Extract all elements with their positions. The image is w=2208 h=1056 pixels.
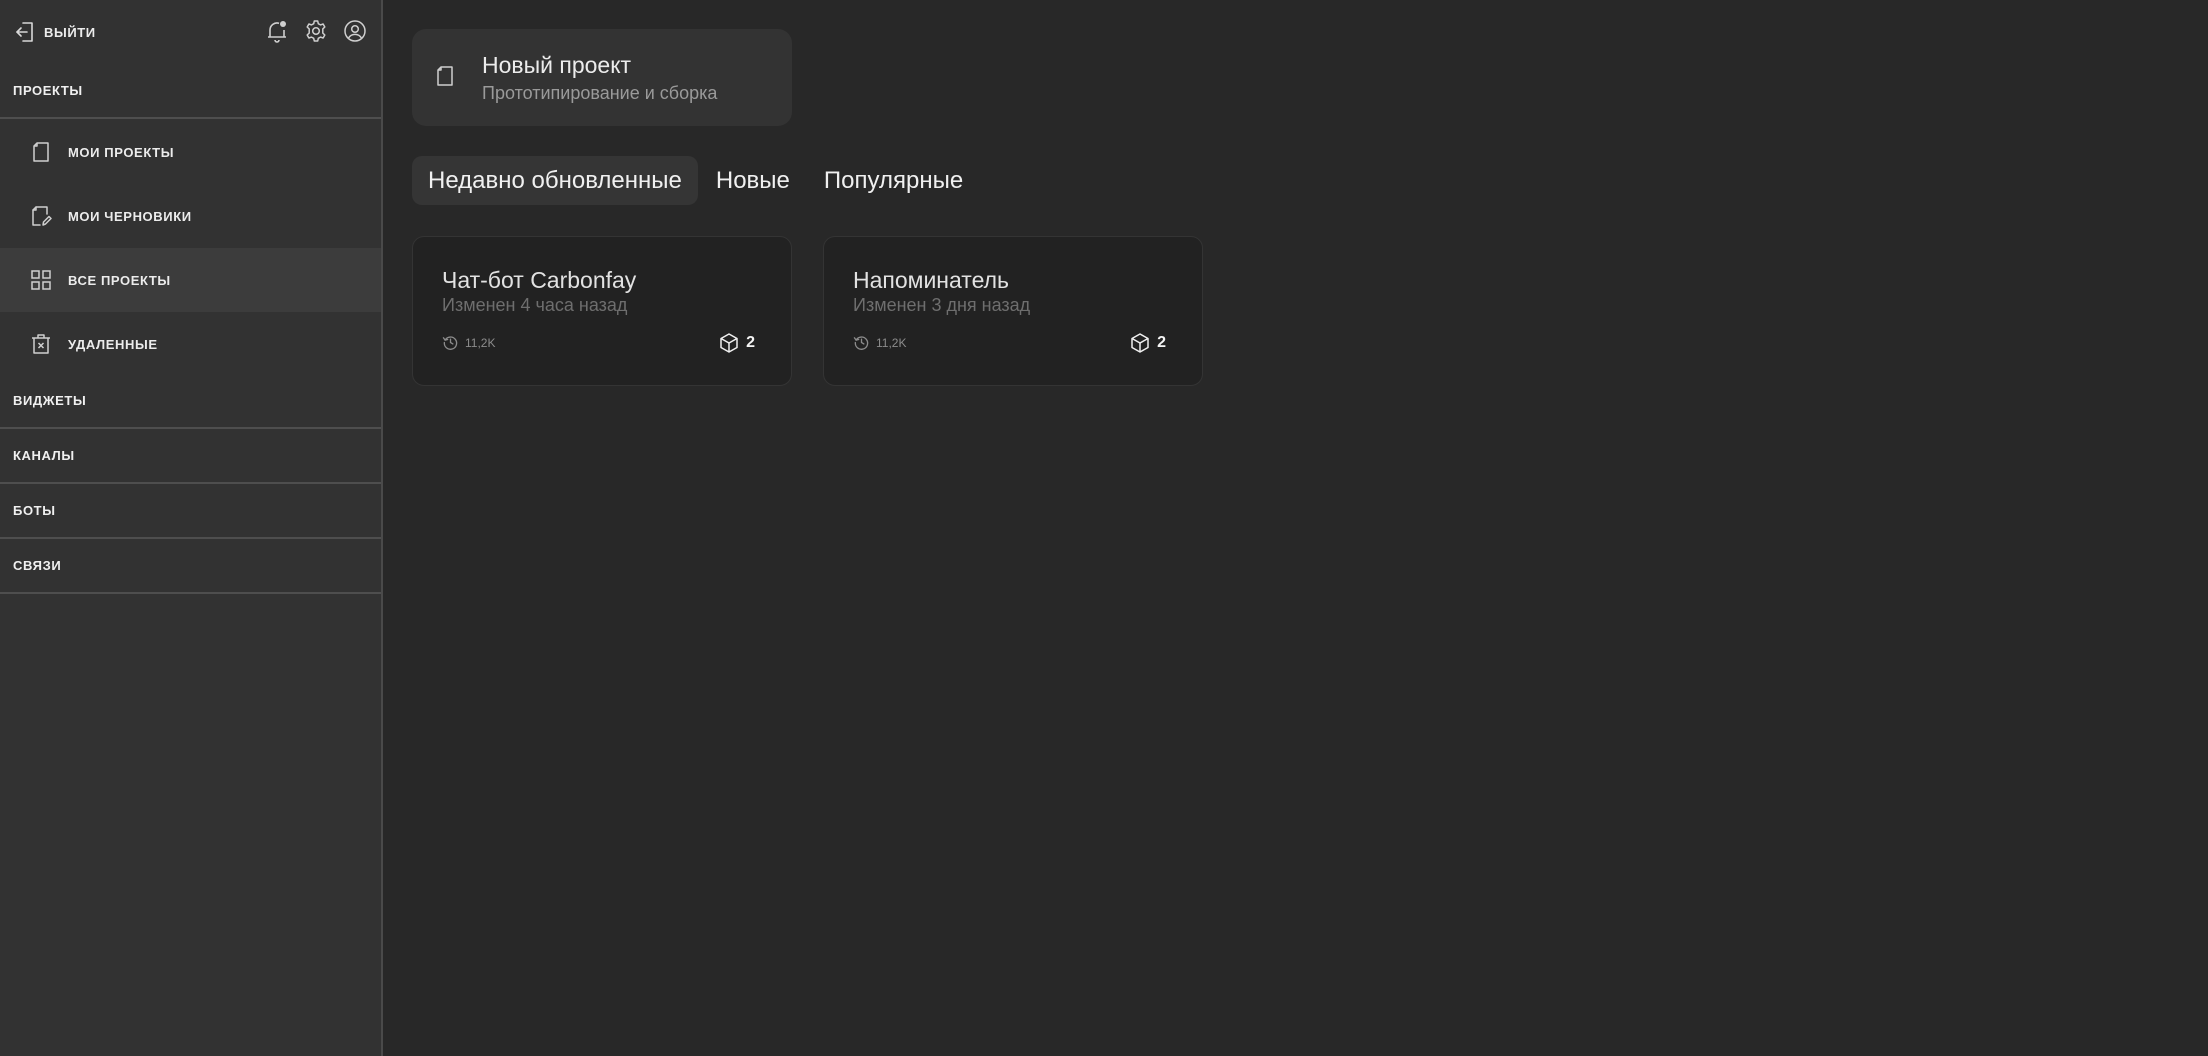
section-widgets[interactable]: ВИДЖЕТЫ — [0, 374, 381, 429]
project-card-title: Чат-бот Carbonfay — [442, 267, 637, 293]
tabs: Недавно обновленные Новые Популярные — [412, 156, 979, 205]
project-card[interactable]: Чат-бот Carbonfay Изменен 4 часа назад 1… — [412, 236, 792, 386]
sidebar-item-my-projects[interactable]: МОИ ПРОЕКТЫ — [0, 120, 381, 184]
new-project-subtitle: Прототипирование и сборка — [482, 83, 718, 103]
section-links[interactable]: СВЯЗИ — [0, 539, 381, 594]
views-value: 11,2K — [876, 335, 907, 350]
tab-popular[interactable]: Популярные — [808, 156, 979, 205]
sidebar-item-label: УДАЛЕННЫЕ — [68, 336, 158, 352]
tab-recently-updated[interactable]: Недавно обновленные — [412, 156, 698, 205]
logout-icon — [14, 20, 36, 44]
section-channels[interactable]: КАНАЛЫ — [0, 429, 381, 484]
sidebar: ВЫЙТИ ПРОЕКТЫ МОИ ПРОЕКТЫ МОИ ЧЕРНОВИКИ … — [0, 0, 383, 1056]
project-card-count: 2 — [718, 332, 755, 354]
project-card-count: 2 — [1129, 332, 1166, 354]
cube-icon — [1129, 332, 1151, 354]
sidebar-item-my-drafts[interactable]: МОИ ЧЕРНОВИКИ — [0, 184, 381, 248]
history-icon — [853, 334, 870, 351]
project-card-subtitle: Изменен 3 дня назад — [853, 295, 1031, 315]
cube-icon — [718, 332, 740, 354]
tab-new[interactable]: Новые — [700, 156, 806, 205]
project-card-views: 11,2K — [442, 334, 495, 351]
document-icon — [28, 139, 54, 165]
sidebar-item-label: МОИ ЧЕРНОВИКИ — [68, 208, 192, 224]
draft-edit-icon — [28, 203, 54, 229]
grid-icon — [28, 267, 54, 293]
count-value: 2 — [1157, 334, 1166, 351]
project-card[interactable]: Напоминатель Изменен 3 дня назад 11,2K 2 — [823, 236, 1203, 386]
views-value: 11,2K — [465, 335, 496, 350]
sidebar-item-label: МОИ ПРОЕКТЫ — [68, 144, 175, 160]
section-bots[interactable]: БОТЫ — [0, 484, 381, 539]
logout-label: ВЫЙТИ — [44, 24, 96, 40]
notification-bell-icon[interactable] — [265, 17, 289, 45]
new-project-button[interactable]: Новый проект Прототипирование и сборка — [412, 29, 792, 126]
trash-icon — [28, 331, 54, 357]
sidebar-item-label: ВСЕ ПРОЕКТЫ — [68, 272, 171, 288]
project-card-title: Напоминатель — [853, 267, 1010, 293]
history-icon — [442, 334, 459, 351]
sidebar-item-deleted[interactable]: УДАЛЕННЫЕ — [0, 312, 381, 376]
logout-button[interactable]: ВЫЙТИ — [14, 18, 96, 46]
section-projects[interactable]: ПРОЕКТЫ — [0, 64, 381, 119]
new-project-title: Новый проект — [482, 52, 632, 78]
sidebar-topbar: ВЫЙТИ — [0, 0, 381, 62]
new-document-icon — [435, 64, 455, 88]
settings-gear-icon[interactable] — [304, 17, 328, 45]
user-profile-icon[interactable] — [343, 17, 367, 45]
project-card-views: 11,2K — [853, 334, 906, 351]
project-card-subtitle: Изменен 4 часа назад — [442, 295, 628, 315]
sidebar-item-all-projects[interactable]: ВСЕ ПРОЕКТЫ — [0, 248, 381, 312]
count-value: 2 — [746, 334, 755, 351]
